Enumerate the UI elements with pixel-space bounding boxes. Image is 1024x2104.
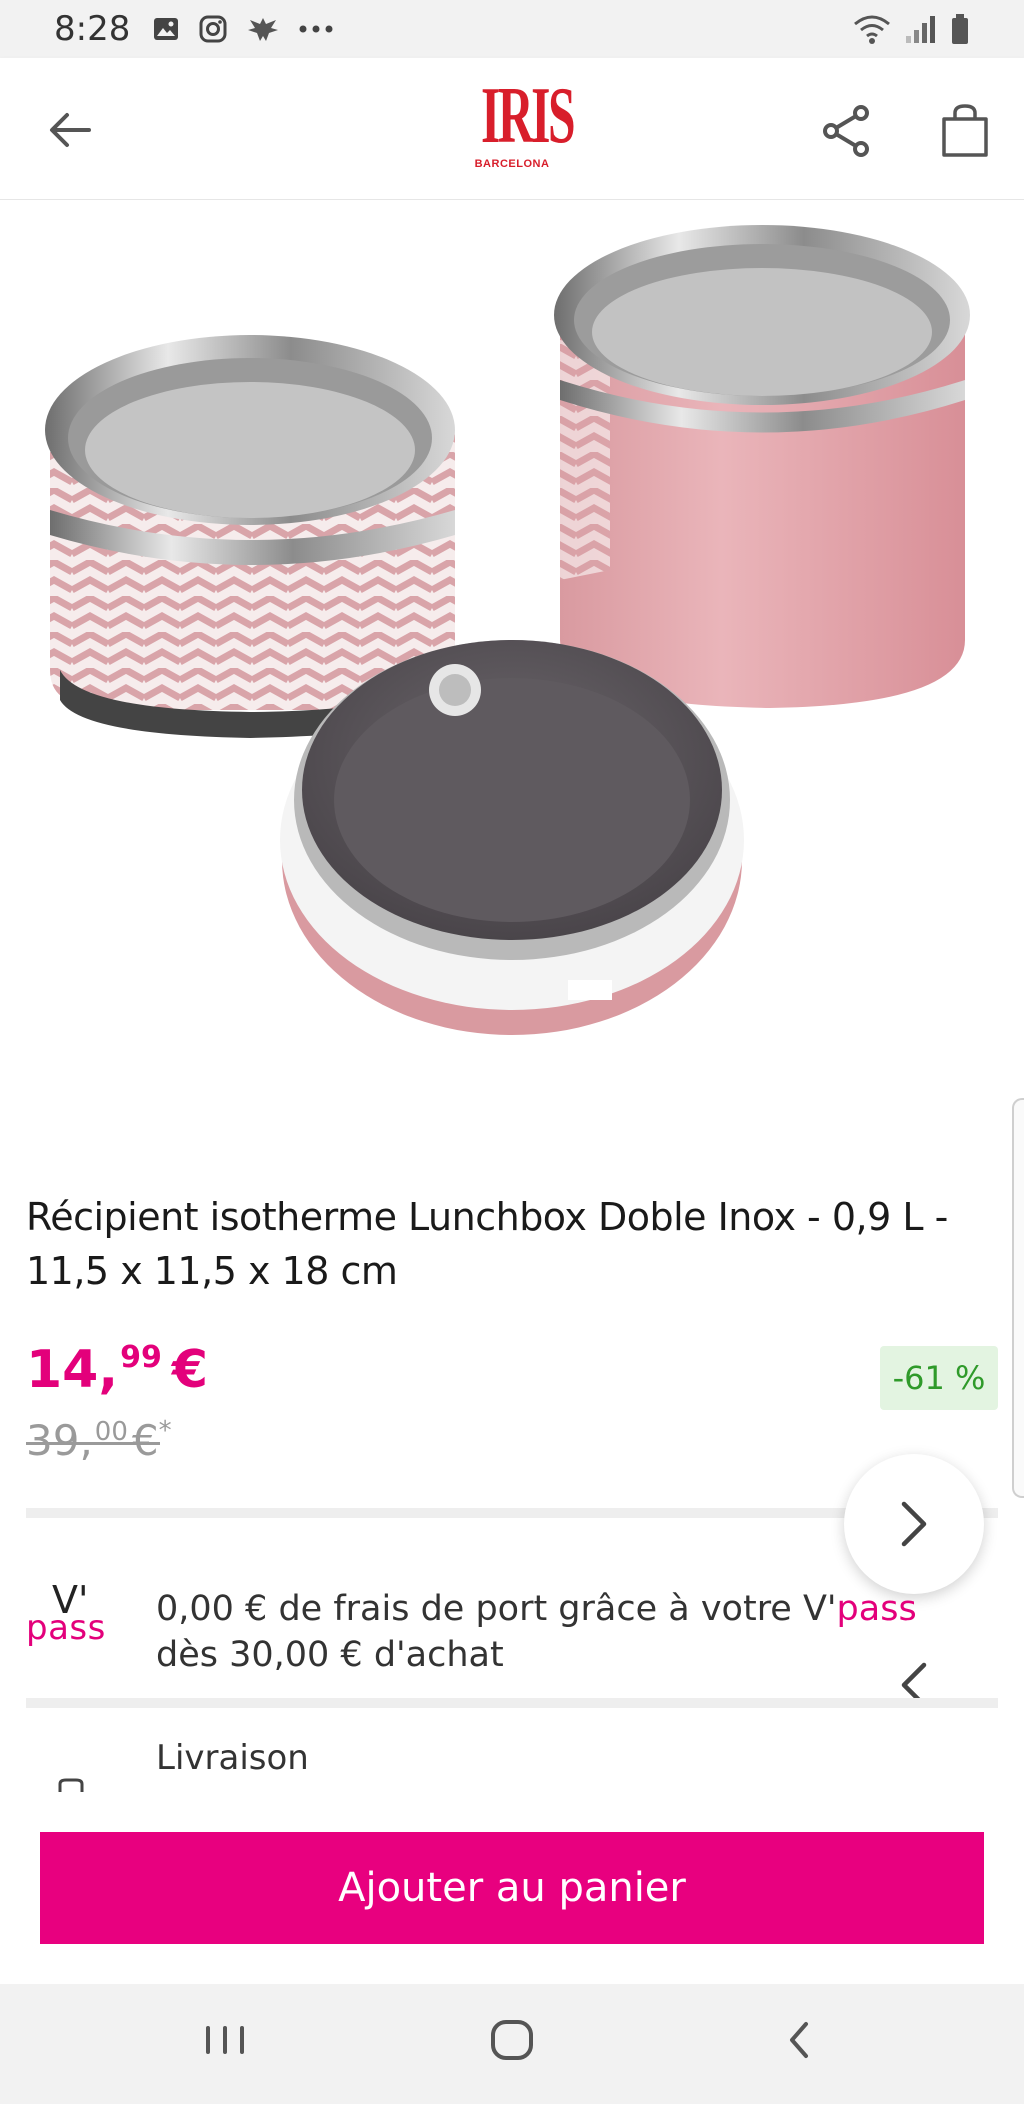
home-icon[interactable] <box>482 2010 542 2070</box>
discount-badge: -61 % <box>880 1346 998 1410</box>
share-icon <box>823 105 869 157</box>
price-decimal: 99 <box>120 1340 162 1375</box>
recent-apps-icon[interactable] <box>200 2010 250 2070</box>
add-to-cart-button[interactable]: Ajouter au panier <box>40 1832 984 1944</box>
brand-logo[interactable]: IRIS BARCELONA <box>462 72 576 181</box>
next-button[interactable] <box>844 1454 984 1594</box>
delivery-label: Livraison <box>156 1738 309 1778</box>
shopping-bag-icon <box>942 104 988 157</box>
vpass-logo-pass: pass <box>26 1608 106 1648</box>
system-navigation-bar <box>0 1984 1024 2104</box>
signal-icon <box>906 16 935 43</box>
eagle-emblem-icon <box>248 18 279 41</box>
more-dots-icon <box>299 25 333 33</box>
gallery-icon <box>154 18 179 40</box>
chevron-right-icon <box>901 1501 927 1547</box>
current-price: 14, 99 € <box>26 1340 208 1400</box>
nav-back-icon[interactable] <box>770 2010 830 2070</box>
side-edge-panel-handle[interactable] <box>1012 1098 1024 1498</box>
instagram-icon <box>199 15 227 43</box>
old-price-integer: 39, <box>26 1416 93 1465</box>
previous-button[interactable] <box>848 1620 980 1750</box>
status-system-icons <box>852 13 970 45</box>
vpass-text-after: dès 30,00 € d'achat <box>156 1635 504 1675</box>
product-photo <box>45 225 970 1035</box>
product-title: Récipient isotherme Lunchbox Doble Inox … <box>26 1195 948 1293</box>
share-button[interactable] <box>812 96 882 166</box>
old-price-asterisk: * <box>158 1416 172 1446</box>
back-button[interactable] <box>40 100 100 160</box>
arrow-left-icon <box>50 113 91 147</box>
logo-text: IRIS <box>481 72 576 160</box>
battery-icon <box>952 14 968 44</box>
cart-button[interactable] <box>930 96 1000 166</box>
app-header: IRIS BARCELONA <box>0 58 1024 200</box>
product-image[interactable] <box>0 200 1024 1090</box>
section-divider <box>26 1698 998 1708</box>
vpass-text-before: 0,00 € de frais de port grâce à votre V' <box>156 1589 837 1629</box>
status-bar: 8:28 <box>0 0 1024 58</box>
price-currency: € <box>171 1340 209 1400</box>
status-notification-icons <box>152 14 334 44</box>
old-price-currency: € <box>131 1416 159 1465</box>
old-price: 39, 00 € * <box>26 1416 172 1466</box>
price-integer: 14, <box>26 1340 119 1400</box>
status-time: 8:28 <box>54 9 131 49</box>
vpass-logo: V' pass <box>26 1578 116 1648</box>
wifi-icon <box>854 15 890 44</box>
old-price-strikethrough <box>26 1442 160 1445</box>
